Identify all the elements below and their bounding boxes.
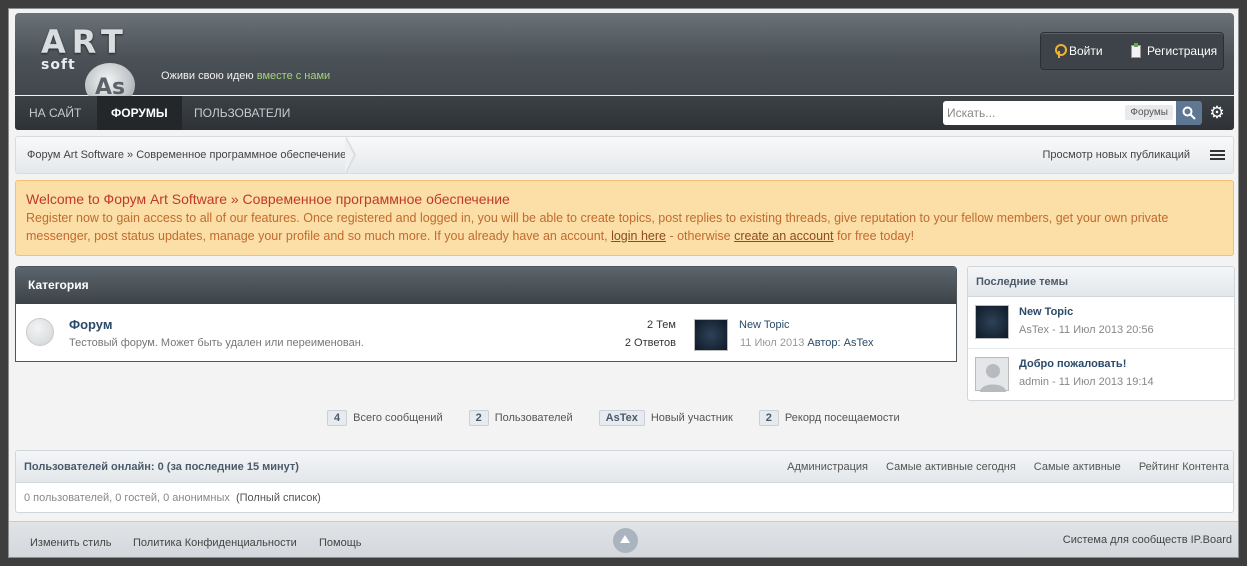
default-user-icon xyxy=(980,364,1006,392)
site-tagline: Оживи свою идею вместе с нами xyxy=(161,70,330,82)
search-icon xyxy=(1182,106,1196,120)
category-header[interactable]: Категория xyxy=(16,267,956,304)
tagline-highlight: вместе с нами xyxy=(256,70,331,82)
online-counts: 0 пользователей, 0 гостей, 0 анонимных xyxy=(24,492,230,504)
most-active-link[interactable]: Самые активные xyxy=(1034,461,1121,473)
forum-reply-count: 2 Ответов xyxy=(624,337,676,349)
welcome-text: Register now to gain access to all of ou… xyxy=(26,209,1223,245)
stat-newest-member-label: Новый участник xyxy=(650,412,733,424)
logo-text-art[interactable]: ART xyxy=(41,23,129,61)
category-table: Категория Форум Тестовый форум. Может бы… xyxy=(15,266,957,362)
search-input[interactable] xyxy=(947,104,1117,122)
welcome-text-part: - otherwise xyxy=(669,229,731,243)
last-topic-meta: 11 Июл 2013 Автор: AsTex xyxy=(740,337,874,349)
forum-topic-count: 2 Тем xyxy=(647,319,676,331)
stat-total-posts-value: 4 xyxy=(327,410,348,426)
stat-members-value: 2 xyxy=(468,410,489,426)
nav-item-users[interactable]: Пользователи xyxy=(180,96,304,130)
nav-item-site[interactable]: На сайт xyxy=(15,96,95,130)
last-topic-date: 11 Июл 2013 xyxy=(740,337,805,349)
recent-topics-sidebar: Последние темы New Topic AsTex - 11 Июл … xyxy=(967,266,1235,401)
create-account-link[interactable]: create an account xyxy=(734,229,833,243)
scroll-top-icon[interactable] xyxy=(613,528,638,553)
login-button[interactable]: Войти xyxy=(1055,44,1103,58)
forum-name-link[interactable]: Форум xyxy=(69,317,112,332)
privacy-policy-link[interactable]: Политика Конфиденциальности xyxy=(133,537,297,549)
forum-description: Тестовый форум. Может быть удален или пе… xyxy=(69,337,364,349)
most-active-today-link[interactable]: Самые активные сегодня xyxy=(886,461,1016,473)
administration-link[interactable]: Администрация xyxy=(787,461,868,473)
topic-author-avatar[interactable] xyxy=(975,305,1009,339)
search-button[interactable] xyxy=(1176,101,1202,125)
stat-record-label: Рекорд посещаемости xyxy=(784,412,900,424)
recent-topic-meta: AsTex - 11 Июл 2013 20:56 xyxy=(1019,324,1154,336)
forum-row: Форум Тестовый форум. Может быть удален … xyxy=(16,304,956,361)
online-users-panel: Пользователей онлайн: 0 (за последние 15… xyxy=(15,450,1234,513)
full-list-link[interactable]: (Полный список) xyxy=(236,492,321,504)
gear-icon[interactable]: ⚙ xyxy=(1208,104,1226,122)
recent-topic-link[interactable]: Добро пожаловать! xyxy=(1019,358,1126,370)
page-footer: Изменить стиль Политика Конфиденциальнос… xyxy=(9,521,1238,557)
welcome-text-part: Register now to gain access to all of ou… xyxy=(26,211,1169,243)
logo-text-soft[interactable]: soft xyxy=(41,57,76,73)
online-users-header: Пользователей онлайн: 0 (за последние 15… xyxy=(16,451,1233,483)
online-users-summary: 0 пользователей, 0 гостей, 0 анонимных (… xyxy=(24,492,321,504)
stat-total-posts-label: Всего сообщений xyxy=(353,412,443,424)
register-label: Регистрация xyxy=(1147,44,1218,58)
main-nav: На сайт Форумы Пользователи Форумы ⚙ xyxy=(15,96,1234,130)
search-scope-selector[interactable]: Форумы xyxy=(1125,105,1173,120)
list-view-icon[interactable] xyxy=(1210,150,1225,160)
content-rating-link[interactable]: Рейтинг Контента xyxy=(1139,461,1229,473)
auth-panel: Войти Регистрация xyxy=(1040,32,1224,70)
breadcrumb-arrow xyxy=(345,136,356,174)
powered-by[interactable]: Система для сообществ IP.Board xyxy=(1063,534,1232,546)
stat-newest-member-value[interactable]: AsTex xyxy=(598,410,645,426)
breadcrumb-bar: Форум Art Software » Современное програм… xyxy=(15,136,1234,174)
last-poster-avatar[interactable] xyxy=(694,319,728,351)
online-links: Администрация Самые активные сегодня Сам… xyxy=(787,461,1229,473)
login-label: Войти xyxy=(1069,44,1103,58)
stat-record-value: 2 xyxy=(758,410,779,426)
login-here-link[interactable]: login here xyxy=(611,229,666,243)
last-topic-author[interactable]: Автор: AsTex xyxy=(807,337,873,349)
recent-topic-item: Добро пожаловать! admin - 11 Июл 2013 19… xyxy=(968,349,1234,400)
stat-members-label: Пользователей xyxy=(494,412,573,424)
view-new-posts-link[interactable]: Просмотр новых публикаций xyxy=(1042,149,1190,161)
key-icon xyxy=(1055,44,1067,58)
last-topic-link[interactable]: New Topic xyxy=(739,319,790,331)
board-stats: 4 Всего сообщений 2 Пользователей AsTex … xyxy=(327,410,926,426)
site-header: ART soft As Оживи свою идею вместе с нам… xyxy=(15,13,1234,107)
breadcrumb[interactable]: Форум Art Software » Современное програм… xyxy=(27,149,346,161)
nav-item-forums[interactable]: Форумы xyxy=(97,96,182,130)
recent-topic-link[interactable]: New Topic xyxy=(1019,306,1073,318)
online-users-title: Пользователей онлайн: 0 (за последние 15… xyxy=(24,461,299,473)
register-button[interactable]: Регистрация xyxy=(1131,42,1218,58)
recent-topics-title: Последние темы xyxy=(968,267,1234,297)
search-box: Форумы xyxy=(943,101,1176,125)
change-style-link[interactable]: Изменить стиль xyxy=(30,537,112,549)
recent-topic-meta: admin - 11 Июл 2013 19:14 xyxy=(1019,376,1154,388)
user-avatar-icon[interactable] xyxy=(975,357,1009,392)
recent-topic-item: New Topic AsTex - 11 Июл 2013 20:56 xyxy=(968,297,1234,349)
forum-page: ART soft As Оживи свою идею вместе с нам… xyxy=(8,8,1239,558)
forum-status-icon xyxy=(26,318,54,346)
welcome-message: Welcome to Форум Art Software » Современ… xyxy=(15,180,1234,256)
tagline-text: Оживи свою идею xyxy=(161,70,254,82)
clipboard-icon xyxy=(1131,42,1141,58)
welcome-title: Welcome to Форум Art Software » Современ… xyxy=(26,191,510,207)
help-link[interactable]: Помощь xyxy=(319,537,362,549)
welcome-text-part: for free today! xyxy=(836,229,915,243)
